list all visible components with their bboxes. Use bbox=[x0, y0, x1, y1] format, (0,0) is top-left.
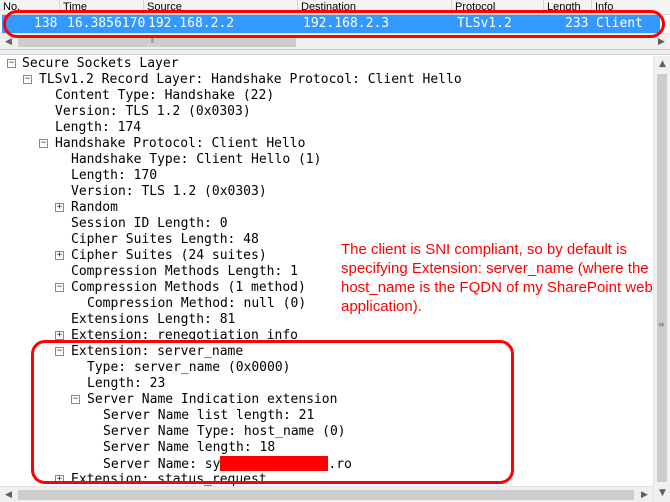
tree-item[interactable]: Extensions Length: 81 bbox=[71, 312, 235, 328]
tree-item[interactable]: Compression Methods Length: 1 bbox=[71, 264, 298, 280]
collapse-minus-icon[interactable]: − bbox=[23, 75, 32, 84]
annotation-text: The client is SNI compliant, so by defau… bbox=[341, 241, 653, 315]
scroll-left-arrow-icon[interactable]: ◀ bbox=[0, 487, 17, 502]
collapse-minus-icon[interactable]: − bbox=[7, 59, 16, 68]
scroll-right-arrow-icon[interactable]: ▶ bbox=[636, 487, 653, 502]
tree-item[interactable]: Length: 174 bbox=[55, 120, 141, 136]
details-hscrollbar[interactable]: ◀ ▶ bbox=[0, 486, 653, 502]
tree-item[interactable]: Length: 170 bbox=[71, 168, 157, 184]
expand-plus-icon[interactable]: + bbox=[55, 251, 64, 260]
scroll-up-arrow-icon[interactable]: ▲ bbox=[654, 56, 670, 72]
tree-item[interactable]: Secure Sockets Layer bbox=[22, 56, 179, 72]
tree-item[interactable]: Version: TLS 1.2 (0x0303) bbox=[55, 104, 251, 120]
tree-item[interactable]: Compression Methods (1 method) bbox=[71, 280, 306, 296]
tree-item[interactable]: Cipher Suites Length: 48 bbox=[71, 232, 259, 248]
expand-plus-icon[interactable]: + bbox=[55, 203, 64, 212]
scroll-thumb[interactable] bbox=[657, 74, 667, 482]
scroll-grip-icon: ≡ bbox=[658, 320, 665, 329]
highlight-packet-row bbox=[3, 10, 665, 38]
tree-item[interactable]: Content Type: Handshake (22) bbox=[55, 88, 274, 104]
tree-item[interactable]: Handshake Protocol: Client Hello bbox=[55, 136, 305, 152]
scroll-thumb[interactable] bbox=[18, 37, 296, 47]
scroll-down-arrow-icon[interactable]: ▼ bbox=[654, 485, 670, 501]
tree-item[interactable]: Version: TLS 1.2 (0x0303) bbox=[71, 184, 267, 200]
tree-item[interactable]: Session ID Length: 0 bbox=[71, 216, 228, 232]
details-vscrollbar[interactable]: ▲ ≡ ▼ bbox=[653, 56, 670, 502]
pane-splitter[interactable] bbox=[0, 50, 670, 55]
tree-item[interactable]: Compression Method: null (0) bbox=[87, 296, 306, 312]
tree-item[interactable]: Random bbox=[71, 200, 118, 216]
scroll-thumb[interactable] bbox=[18, 490, 634, 500]
expand-plus-icon[interactable]: + bbox=[55, 331, 64, 340]
highlight-server-name-extension bbox=[31, 340, 514, 484]
tree-item[interactable]: TLSv1.2 Record Layer: Handshake Protocol… bbox=[39, 72, 462, 88]
tree-item[interactable]: Cipher Suites (24 suites) bbox=[71, 248, 267, 264]
collapse-minus-icon[interactable]: − bbox=[55, 283, 64, 292]
tree-item[interactable]: Handshake Type: Client Hello (1) bbox=[71, 152, 321, 168]
collapse-minus-icon[interactable]: − bbox=[39, 139, 48, 148]
